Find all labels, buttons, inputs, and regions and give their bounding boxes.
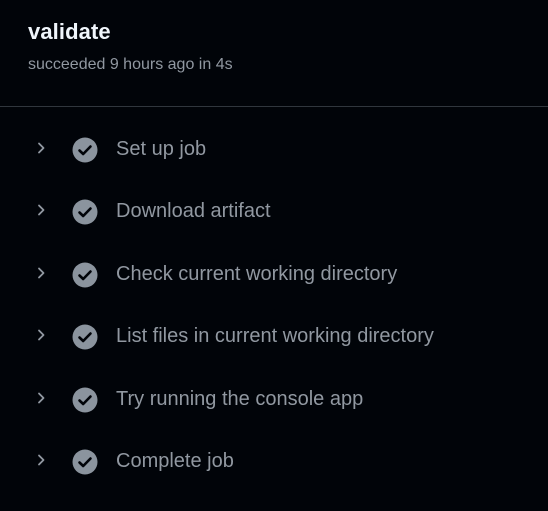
step-label: Complete job	[116, 449, 234, 472]
job-panel: validate succeeded 9 hours ago in 4s Set…	[0, 0, 548, 511]
check-circle-icon	[72, 324, 98, 350]
check-circle-icon	[72, 199, 98, 225]
chevron-right-icon[interactable]	[33, 390, 49, 406]
step-label: Download artifact	[116, 200, 271, 223]
step-row-run-console-app[interactable]: Try running the console app	[0, 370, 548, 432]
chevron-right-icon[interactable]	[33, 140, 49, 156]
job-status-meta: succeeded 9 hours ago in 4s	[28, 56, 233, 73]
check-circle-icon	[72, 387, 98, 413]
chevron-right-icon[interactable]	[33, 202, 49, 218]
chevron-right-icon[interactable]	[33, 327, 49, 343]
check-circle-icon	[72, 137, 98, 163]
job-header: validate succeeded 9 hours ago in 4s	[0, 0, 548, 107]
job-title: validate	[28, 19, 111, 44]
step-row-complete-job[interactable]: Complete job	[0, 432, 548, 494]
step-row-check-cwd[interactable]: Check current working directory	[0, 245, 548, 307]
chevron-right-icon[interactable]	[33, 452, 49, 468]
step-list: Set up job Download artifact Check curre…	[0, 120, 548, 494]
step-row-list-files[interactable]: List files in current working directory	[0, 307, 548, 369]
check-circle-icon	[72, 262, 98, 288]
step-label: Check current working directory	[116, 262, 398, 285]
step-label: Try running the console app	[116, 387, 364, 410]
step-row-download-artifact[interactable]: Download artifact	[0, 182, 548, 244]
step-label: List files in current working directory	[116, 325, 434, 348]
chevron-right-icon[interactable]	[33, 265, 49, 281]
step-label: Set up job	[116, 138, 207, 160]
check-circle-icon	[72, 449, 98, 475]
step-row-set-up-job[interactable]: Set up job	[0, 120, 548, 182]
